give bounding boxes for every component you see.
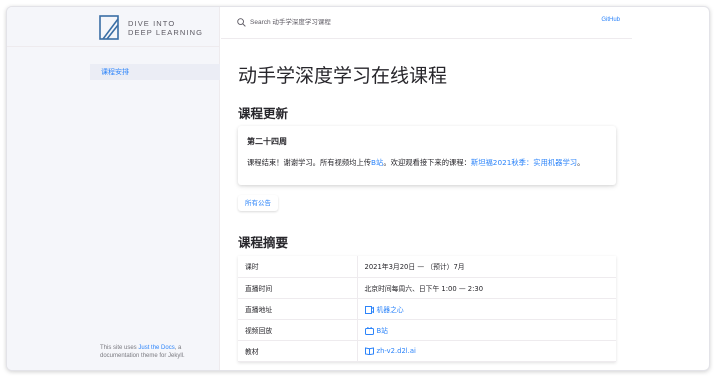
top-bar: Search 动手学深度学习课程 GitHub [221, 7, 632, 39]
row-label: 教材 [238, 340, 358, 362]
update-card-body: 课程结束！谢谢学习。所有视频均上传B站。欢迎观看接下来的课程：斯坦福2021秋季… [247, 157, 607, 169]
stanford-course-link[interactable]: 斯坦福2021秋季：实用机器学习 [471, 158, 577, 167]
table-row: 课时 2021年3月20日 — （预计）7月 [238, 256, 616, 278]
video-replay-link[interactable]: B站 [364, 326, 388, 335]
sidebar: DIVE INTO DEEP LEARNING 课程安排 This site u… [7, 7, 220, 370]
update-card: 第二十四周 课程结束！谢谢学习。所有视频均上传B站。欢迎观看接下来的课程：斯坦福… [238, 126, 616, 185]
row-label: 课时 [238, 256, 358, 278]
row-value: 2021年3月20日 — （预计）7月 [357, 256, 616, 278]
all-announcements-button[interactable]: 所有公告 [238, 195, 278, 211]
bilibili-tv-icon [364, 326, 374, 335]
update-card-title: 第二十四周 [247, 137, 287, 146]
footer-prefix: This site uses [100, 345, 139, 351]
page-title: 动手学深度学习在线课程 [238, 65, 448, 87]
update-text-suffix: 。 [577, 158, 585, 167]
sidebar-item-schedule[interactable]: 课程安排 [90, 64, 220, 80]
table-row: 直播地址 机器之心 [238, 298, 616, 320]
row-value-cell: zh-v2.d2l.ai [357, 340, 616, 362]
bilibili-link[interactable]: B站 [371, 158, 383, 167]
logo-line-1: DIVE INTO [128, 19, 176, 28]
book-icon [364, 346, 374, 355]
row-value-cell: 机器之心 [357, 298, 616, 320]
table-row: 教材 zh-v2.d2l.ai [238, 340, 616, 362]
row-label: 直播地址 [238, 298, 358, 320]
table-row: 直播时间 北京时间每周六、日下午 1:00 — 2:30 [238, 277, 616, 299]
book-logo-icon [99, 15, 119, 40]
row-value-cell: B站 [357, 319, 616, 341]
updates-heading: 课程更新 [238, 106, 289, 121]
summary-heading: 课程摘要 [238, 235, 289, 250]
video-replay-label: B站 [376, 326, 388, 335]
search-icon [237, 18, 246, 27]
table-row: 视频回放 B站 [238, 319, 616, 341]
just-the-docs-link[interactable]: Just the Docs [138, 345, 174, 351]
browser-viewport: DIVE INTO DEEP LEARNING 课程安排 This site u… [6, 6, 710, 371]
textbook-label: zh-v2.d2l.ai [376, 346, 416, 355]
sidebar-footer: This site uses Just the Docs, a document… [100, 344, 219, 360]
logo-line-2: DEEP LEARNING [128, 28, 204, 37]
sidebar-divider [7, 46, 220, 47]
github-link[interactable]: GitHub [601, 17, 620, 23]
row-value: 北京时间每周六、日下午 1:00 — 2:30 [357, 277, 616, 299]
row-label: 视频回放 [238, 319, 358, 341]
row-label: 直播时间 [238, 277, 358, 299]
search-input[interactable]: Search 动手学深度学习课程 [250, 16, 331, 29]
live-stream-icon [364, 305, 374, 314]
textbook-link[interactable]: zh-v2.d2l.ai [364, 346, 416, 355]
summary-table: 课时 2021年3月20日 — （预计）7月 直播时间 北京时间每周六、日下午 … [238, 256, 616, 362]
site-logo[interactable]: DIVE INTO DEEP LEARNING [99, 15, 203, 41]
update-text-prefix: 课程结束！谢谢学习。所有视频均上传 [247, 158, 372, 167]
update-text-middle: 。欢迎观看接下来的课程： [383, 158, 471, 167]
live-stream-link[interactable]: 机器之心 [364, 305, 404, 314]
live-stream-label: 机器之心 [376, 305, 404, 314]
